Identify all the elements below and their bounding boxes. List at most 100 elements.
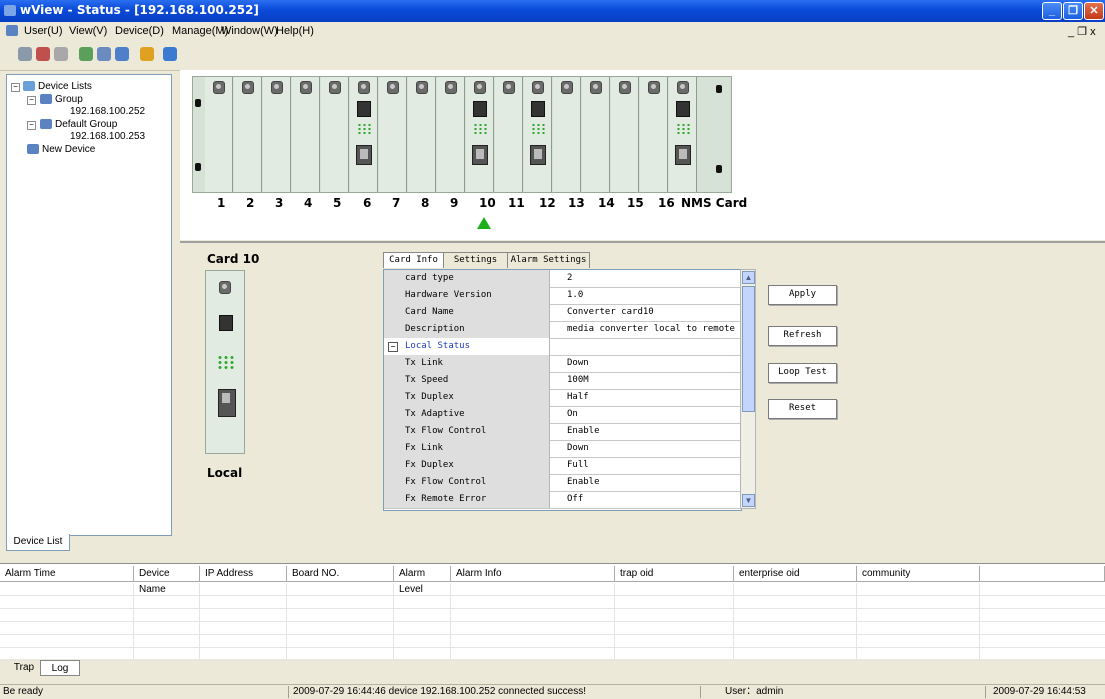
slot-label[interactable]: 15 (627, 196, 644, 210)
slot-label[interactable]: 14 (598, 196, 615, 210)
alarm-table-row[interactable] (0, 622, 1105, 635)
grid-row[interactable]: Hardware Version 1.0 (384, 287, 741, 305)
loop-test-button[interactable]: Loop Test (768, 363, 837, 383)
tree-root[interactable]: Device Lists (38, 81, 92, 92)
grid-value[interactable]: Off (567, 491, 583, 507)
tab-alarm-settings[interactable]: Alarm Settings (507, 252, 590, 268)
tree-group[interactable]: Group (55, 94, 83, 105)
chassis-slot[interactable] (263, 77, 291, 192)
tree-new-device[interactable]: New Device (42, 144, 95, 155)
grid-value[interactable]: Down (567, 440, 589, 456)
disconnect-icon[interactable] (18, 47, 32, 61)
alarm-column-header[interactable]: Device Name (134, 566, 200, 595)
splitter[interactable] (180, 241, 1105, 243)
tree-default-group-toggle[interactable]: − (27, 121, 36, 130)
slot-label[interactable]: 3 (275, 196, 283, 210)
grid-section-row[interactable]: Local Status − (384, 338, 741, 356)
refresh-icon[interactable] (54, 47, 68, 61)
menu-user[interactable]: User(U) (24, 25, 63, 37)
alarm-column-header[interactable]: community (857, 566, 980, 582)
grid-row[interactable]: Tx Speed 100M (384, 372, 741, 390)
scroll-down-icon[interactable]: ▼ (742, 494, 755, 507)
refresh-button[interactable]: Refresh (768, 326, 837, 346)
chassis-slot[interactable] (321, 77, 349, 192)
chassis-slot[interactable] (553, 77, 581, 192)
connect-icon[interactable] (36, 47, 50, 61)
tab-settings[interactable]: Settings (443, 252, 508, 268)
alarm-column-header[interactable]: trap oid (615, 566, 734, 582)
alarm-column-header[interactable]: Alarm Info (451, 566, 615, 582)
tab-log[interactable]: Log (40, 660, 80, 676)
chassis-slot[interactable] (582, 77, 610, 192)
grid-row[interactable]: Description media converter local to remo… (384, 321, 741, 339)
slot-label[interactable]: 16 (658, 196, 675, 210)
tree-device-ip[interactable]: 192.168.100.252 (70, 106, 145, 117)
device-list-tab[interactable]: Device List (6, 534, 70, 551)
scroll-up-icon[interactable]: ▲ (742, 271, 755, 284)
grid-row[interactable]: Fx Duplex Full (384, 457, 741, 475)
tree-device-ip[interactable]: 192.168.100.253 (70, 131, 145, 142)
chassis-slot[interactable] (292, 77, 320, 192)
alarm-column-header[interactable]: Board NO. (287, 566, 394, 582)
grid-value[interactable]: media converter local to remote (567, 321, 735, 337)
grid-row[interactable]: Fx Link Down (384, 440, 741, 458)
add-device-icon[interactable] (79, 47, 93, 61)
chassis-slot[interactable] (611, 77, 639, 192)
grid-row[interactable]: Tx Link Down (384, 355, 741, 373)
slot-label[interactable]: 2 (246, 196, 254, 210)
search-device-icon[interactable] (115, 47, 129, 61)
grid-value[interactable]: On (567, 406, 578, 422)
chassis-slot[interactable] (408, 77, 436, 192)
alarm-icon[interactable] (140, 47, 154, 61)
slot-label[interactable]: 12 (539, 196, 556, 210)
grid-value[interactable]: Enable (567, 423, 600, 439)
menu-manage[interactable]: Manage(M) (172, 25, 228, 37)
slot-label[interactable]: 5 (333, 196, 341, 210)
grid-row[interactable]: Tx Duplex Half (384, 389, 741, 407)
menu-device[interactable]: Device(D) (115, 25, 164, 37)
minimize-button[interactable]: _ (1042, 2, 1062, 20)
chassis-slot[interactable] (205, 77, 233, 192)
chassis-slot[interactable] (640, 77, 668, 192)
apply-button[interactable]: Apply (768, 285, 837, 305)
chassis-slot[interactable] (437, 77, 465, 192)
tree-default-group[interactable]: Default Group (55, 119, 117, 130)
mdi-window-controls[interactable]: _ ❐ x (1068, 25, 1096, 38)
close-button[interactable]: ✕ (1084, 2, 1104, 20)
scrollbar-thumb[interactable] (742, 286, 755, 412)
slot-label[interactable]: 1 (217, 196, 225, 210)
chassis-slot[interactable] (234, 77, 262, 192)
slot-label[interactable]: 11 (508, 196, 525, 210)
edit-device-icon[interactable] (97, 47, 111, 61)
grid-value[interactable]: Enable (567, 474, 600, 490)
grid-value[interactable]: 1.0 (567, 287, 583, 303)
grid-value[interactable]: Converter card10 (567, 304, 654, 320)
tab-card-info[interactable]: Card Info (383, 252, 444, 268)
section-collapse-icon[interactable]: − (388, 342, 398, 352)
slot-label[interactable]: 10 (479, 196, 496, 210)
maximize-button[interactable]: ❐ (1063, 2, 1083, 20)
menu-help[interactable]: Help(H) (276, 25, 314, 37)
chassis-slot[interactable] (466, 77, 494, 192)
grid-row[interactable]: Tx Adaptive On (384, 406, 741, 424)
alarm-table-row[interactable] (0, 648, 1105, 661)
grid-row[interactable]: card type 2 (384, 270, 741, 288)
alarm-column-header[interactable]: IP Address (200, 566, 287, 582)
chassis-slot[interactable] (379, 77, 407, 192)
alarm-column-header[interactable]: enterprise oid (734, 566, 857, 582)
alarm-column-header[interactable]: Alarm Level (394, 566, 451, 595)
alarm-column-header[interactable]: Alarm Time (0, 566, 134, 582)
slot-label[interactable]: 13 (568, 196, 585, 210)
slot-label[interactable]: NMS Card (681, 196, 747, 210)
slot-label[interactable]: 7 (392, 196, 400, 210)
chassis-slot[interactable] (350, 77, 378, 192)
menu-window[interactable]: Window(W) (221, 25, 278, 37)
slot-label[interactable]: 6 (363, 196, 371, 210)
help-icon[interactable] (163, 47, 177, 61)
tree-collapse-toggle[interactable]: − (11, 83, 20, 92)
grid-row[interactable]: Fx Remote Error Off (384, 491, 741, 509)
slot-label[interactable]: 4 (304, 196, 312, 210)
chassis-slot[interactable] (495, 77, 523, 192)
tree-group-toggle[interactable]: − (27, 96, 36, 105)
slot-label[interactable]: 8 (421, 196, 429, 210)
